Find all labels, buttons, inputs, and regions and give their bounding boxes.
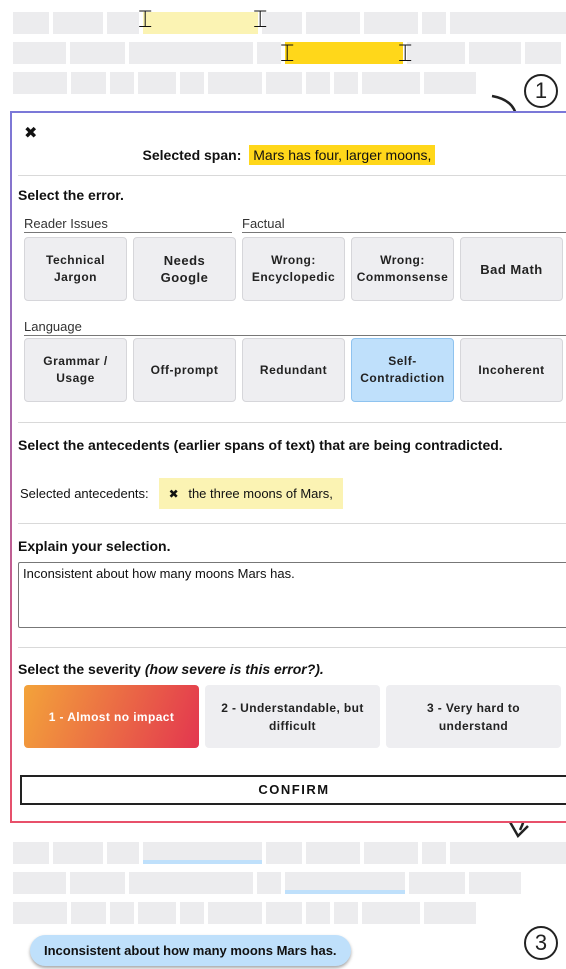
severity-option-1[interactable]: 1 - Almost no impact — [24, 685, 199, 748]
text-block — [13, 902, 67, 924]
text-block — [306, 72, 330, 94]
text-block — [525, 42, 561, 64]
text-block — [362, 902, 420, 924]
divider — [18, 175, 566, 176]
text-block — [13, 842, 49, 864]
text-block — [266, 72, 302, 94]
text-cursor-icon: ⌶ — [253, 5, 268, 33]
text-block — [53, 12, 103, 34]
error-button-redundant[interactable]: Redundant — [242, 338, 345, 402]
error-annotation-dialog: ✖ Selected span: Mars has four, larger m… — [10, 111, 566, 823]
text-cursor-icon: ⌶ — [398, 39, 413, 67]
text-block — [208, 902, 262, 924]
antecedents-row: Selected antecedents: ✖ the three moons … — [20, 478, 343, 509]
text-block — [13, 42, 66, 64]
text-block — [422, 12, 446, 34]
annotated-span-block[interactable] — [285, 872, 405, 894]
text-cursor-icon: ⌶ — [138, 5, 153, 33]
selected-span-label: Selected span: — [142, 147, 242, 163]
antecedent-text: the three moons of Mars, — [188, 486, 333, 501]
text-block — [71, 72, 106, 94]
divider — [18, 422, 566, 423]
explain-prompt: Explain your selection. — [18, 538, 171, 554]
antecedent-chip[interactable]: ✖ the three moons of Mars, — [158, 478, 343, 509]
text-block — [262, 12, 302, 34]
text-block — [450, 12, 566, 34]
remove-antecedent-icon[interactable]: ✖ — [169, 487, 179, 501]
text-block — [71, 902, 106, 924]
error-button-grammar-usage[interactable]: Grammar / Usage — [24, 338, 127, 402]
text-block — [424, 902, 476, 924]
text-block — [53, 842, 103, 864]
text-block — [306, 902, 330, 924]
text-block — [469, 42, 521, 64]
close-icon[interactable]: ✖ — [24, 123, 37, 142]
text-block — [266, 842, 302, 864]
text-block — [107, 12, 139, 34]
error-button-off-prompt[interactable]: Off-prompt — [133, 338, 236, 402]
text-block — [138, 72, 176, 94]
divider — [18, 647, 566, 648]
selected-span-row: Selected span: Mars has four, larger moo… — [12, 145, 566, 165]
antecedent-highlight-block[interactable] — [143, 12, 258, 34]
text-block — [13, 72, 67, 94]
explanation-textarea[interactable]: Inconsistent about how many moons Mars h… — [18, 562, 566, 628]
text-block — [409, 872, 465, 894]
confirm-button[interactable]: CONFIRM — [20, 775, 566, 805]
annotated-antecedent-block[interactable] — [143, 842, 262, 864]
text-block — [334, 902, 358, 924]
error-button-wrong-encyclopedic[interactable]: Wrong: Encyclopedic — [242, 237, 345, 301]
text-block — [306, 842, 360, 864]
severity-option-3[interactable]: 3 - Very hard to understand — [386, 685, 561, 748]
text-block — [110, 72, 134, 94]
explanation-tooltip: Inconsistent about how many moons Mars h… — [30, 935, 351, 966]
text-cursor-icon: ⌶ — [280, 39, 295, 67]
group-label-reader-issues: Reader Issues — [24, 216, 232, 233]
error-button-incoherent[interactable]: Incoherent — [460, 338, 563, 402]
text-block — [257, 42, 281, 64]
antecedents-prompt: Select the antecedents (earlier spans of… — [18, 437, 503, 453]
error-button-wrong-commonsense[interactable]: Wrong: Commonsense — [351, 237, 454, 301]
text-block — [208, 72, 262, 94]
text-block — [70, 872, 125, 894]
text-block — [257, 872, 281, 894]
error-button-needs-google[interactable]: Needs Google — [133, 237, 236, 301]
text-block — [364, 842, 418, 864]
text-block — [469, 872, 521, 894]
text-block — [422, 842, 446, 864]
antecedents-label: Selected antecedents: — [20, 486, 149, 501]
text-block — [180, 72, 204, 94]
text-block — [13, 12, 49, 34]
group-label-language: Language — [24, 319, 566, 336]
text-block — [13, 872, 66, 894]
step-marker-3: 3 — [524, 926, 558, 960]
text-block — [424, 72, 476, 94]
text-block — [364, 12, 418, 34]
text-block — [70, 42, 125, 64]
selected-span-block[interactable] — [285, 42, 403, 64]
error-button-bad-math[interactable]: Bad Math — [460, 237, 563, 301]
text-block — [107, 842, 139, 864]
text-block — [110, 902, 134, 924]
text-block — [266, 902, 302, 924]
divider — [18, 523, 566, 524]
severity-prompt-text: Select the severity — [18, 661, 141, 677]
text-block — [407, 42, 465, 64]
text-block — [362, 72, 420, 94]
text-block — [138, 902, 176, 924]
text-block — [306, 12, 360, 34]
text-block — [129, 872, 253, 894]
text-block — [450, 842, 566, 864]
severity-prompt: Select the severity (how severe is this … — [18, 661, 324, 677]
severity-option-2[interactable]: 2 - Understandable, but difficult — [205, 685, 380, 748]
text-block — [334, 72, 358, 94]
selected-span-text: Mars has four, larger moons, — [249, 145, 436, 165]
severity-hint: (how severe is this error?). — [144, 661, 324, 677]
text-block — [180, 902, 204, 924]
group-label-factual: Factual — [242, 216, 566, 233]
error-button-technical-jargon[interactable]: Technical Jargon — [24, 237, 127, 301]
error-prompt: Select the error. — [18, 187, 124, 203]
text-block — [129, 42, 253, 64]
error-button-self-contradiction[interactable]: Self- Contradiction — [351, 338, 454, 402]
